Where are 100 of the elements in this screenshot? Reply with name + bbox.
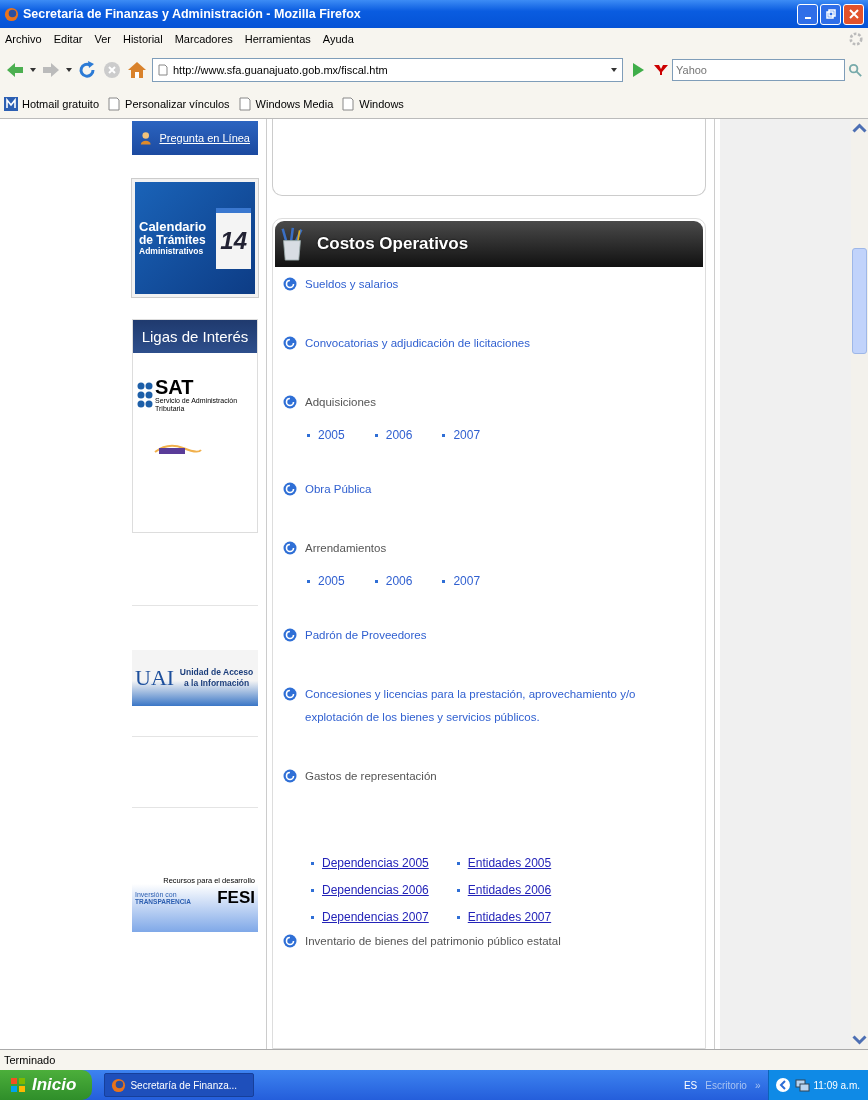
section-label: Gastos de representación bbox=[305, 769, 437, 784]
language-indicator[interactable]: ES bbox=[683, 1079, 698, 1091]
circle-arrow-icon bbox=[283, 395, 297, 409]
menu-item[interactable]: Archivo bbox=[5, 33, 42, 45]
banner-title: Calendario bbox=[139, 220, 207, 235]
mail-logo-icon bbox=[4, 97, 18, 111]
page-icon bbox=[107, 97, 122, 111]
calendar-banner[interactable]: Calendario de Trámites Administrativos 14 bbox=[132, 179, 258, 297]
bullet-icon bbox=[307, 579, 310, 583]
section-link[interactable]: Convocatorias y adjudicación de licitaciones bbox=[305, 332, 530, 355]
year-link[interactable]: 2005 bbox=[318, 428, 345, 442]
circle-arrow-icon bbox=[283, 336, 297, 350]
ask-online-button[interactable]: Pregunta en Línea bbox=[132, 121, 258, 155]
year-link[interactable]: 2007 bbox=[453, 428, 481, 442]
circle-arrow-icon bbox=[283, 934, 297, 948]
dots-icon bbox=[137, 381, 153, 408]
section-label: Arrendamientos bbox=[305, 541, 387, 556]
bullet-icon bbox=[311, 888, 314, 892]
person-icon bbox=[140, 130, 152, 146]
taskbar-button[interactable]: Secretaría de Finanza... bbox=[104, 1073, 255, 1097]
tray-collapse-icon[interactable] bbox=[775, 1077, 792, 1093]
year-link[interactable]: 2006 bbox=[385, 428, 413, 442]
calendar-page-day: 14 bbox=[216, 207, 251, 269]
menu-item[interactable]: Historial bbox=[122, 33, 163, 45]
bullet-icon bbox=[374, 579, 378, 583]
browser-logo-icon bbox=[111, 1077, 127, 1093]
section-link[interactable]: Concesiones y licencias para la prestación, aprovechamiento y/o explotación de los bienes y servicios públicos. bbox=[305, 683, 695, 729]
bullet-icon bbox=[456, 888, 460, 892]
maximize-button[interactable] bbox=[820, 3, 841, 25]
bullet-icon bbox=[311, 861, 314, 865]
windows-logo-icon bbox=[10, 1077, 26, 1093]
circle-arrow-icon bbox=[283, 482, 297, 496]
minimize-icon bbox=[804, 17, 811, 19]
banner-logo-letters: UAI bbox=[135, 665, 175, 691]
circle-arrow-icon bbox=[283, 541, 297, 555]
search-engine-icon[interactable] bbox=[653, 64, 669, 76]
logo-name: SAT bbox=[155, 377, 195, 397]
page-icon bbox=[237, 97, 252, 111]
panel-heading: Ligas de Interés bbox=[133, 320, 257, 353]
vertical-scrollbar[interactable] bbox=[851, 119, 868, 1049]
menu-item[interactable]: Ayuda bbox=[322, 33, 354, 45]
bullet-icon bbox=[442, 579, 446, 583]
circle-arrow-icon bbox=[283, 769, 297, 783]
banner-name: FESI bbox=[217, 888, 255, 908]
network-icon[interactable] bbox=[794, 1077, 811, 1093]
section-link[interactable]: Padrón de Proveedores bbox=[305, 624, 427, 647]
section-label: Adquisiciones bbox=[305, 395, 376, 410]
banner-subtitle: de Trámites bbox=[139, 234, 207, 247]
bookmark-link[interactable]: Windows Media bbox=[237, 97, 334, 111]
bullet-icon bbox=[307, 433, 310, 437]
address-field[interactable]: http://www.sfa.guanajuato.gob.mx/fiscal.htm bbox=[152, 58, 623, 82]
status-text: Terminado bbox=[4, 1054, 56, 1066]
circle-arrow-icon bbox=[283, 687, 297, 701]
section-link[interactable]: Sueldos y salarios bbox=[305, 273, 399, 296]
back-arrow-icon[interactable] bbox=[5, 60, 25, 80]
caret-icon[interactable] bbox=[611, 67, 617, 73]
document-link[interactable]: Dependencias 2006 bbox=[322, 883, 429, 897]
document-link[interactable]: Entidades 2007 bbox=[467, 910, 552, 924]
banner-caption: Administrativos bbox=[139, 246, 205, 256]
menu-item[interactable]: Editar bbox=[53, 33, 83, 45]
clock: 11:09 a.m. bbox=[813, 1079, 860, 1091]
year-link[interactable]: 2005 bbox=[318, 574, 345, 588]
banner-text: Unidad de Acceso a la Información bbox=[178, 666, 255, 690]
window-title: Secretaría de Finanzas y Administración - Mozilla Firefox bbox=[23, 7, 362, 21]
bookmark-link[interactable]: Personalizar vínculos bbox=[107, 97, 230, 111]
menu-item[interactable]: Marcadores bbox=[174, 33, 233, 45]
search-icon[interactable] bbox=[848, 62, 863, 78]
page-icon bbox=[341, 97, 356, 111]
bookmark-link[interactable]: Windows bbox=[341, 97, 404, 111]
year-link[interactable]: 2006 bbox=[385, 574, 413, 588]
scroll-down-icon[interactable] bbox=[852, 1032, 867, 1047]
caret-icon[interactable] bbox=[66, 67, 72, 73]
reload-icon[interactable] bbox=[77, 60, 97, 80]
close-button[interactable] bbox=[843, 3, 864, 25]
document-link[interactable]: Entidades 2006 bbox=[467, 883, 552, 897]
bullet-icon bbox=[311, 915, 314, 919]
section-header: Costos Operativos bbox=[275, 221, 703, 267]
throbber-icon bbox=[849, 32, 863, 46]
menu-item[interactable]: Ver bbox=[94, 33, 111, 45]
close-icon bbox=[848, 9, 859, 19]
browser-logo-icon bbox=[4, 6, 19, 22]
restore-icon bbox=[825, 9, 836, 19]
bullet-icon bbox=[456, 915, 460, 919]
year-link[interactable]: 2007 bbox=[453, 574, 481, 588]
search-field[interactable]: Yahoo bbox=[672, 59, 845, 81]
circle-arrow-icon bbox=[283, 628, 297, 642]
document-link[interactable]: Entidades 2005 bbox=[467, 856, 552, 870]
caret-icon[interactable] bbox=[30, 67, 36, 73]
minimize-button[interactable] bbox=[797, 3, 818, 25]
document-link[interactable]: Dependencias 2005 bbox=[322, 856, 429, 870]
circle-arrow-icon bbox=[283, 277, 297, 291]
bullet-icon bbox=[456, 861, 460, 865]
scrollbar-thumb[interactable] bbox=[852, 248, 867, 354]
home-icon[interactable] bbox=[127, 60, 147, 80]
document-link[interactable]: Dependencias 2007 bbox=[322, 910, 429, 924]
section-link[interactable]: Obra Pública bbox=[305, 478, 372, 501]
page-icon bbox=[158, 64, 168, 76]
bullet-icon bbox=[374, 433, 378, 437]
menu-item[interactable]: Herramientas bbox=[244, 33, 311, 45]
bookmark-link[interactable]: Hotmail gratuito bbox=[4, 97, 100, 111]
